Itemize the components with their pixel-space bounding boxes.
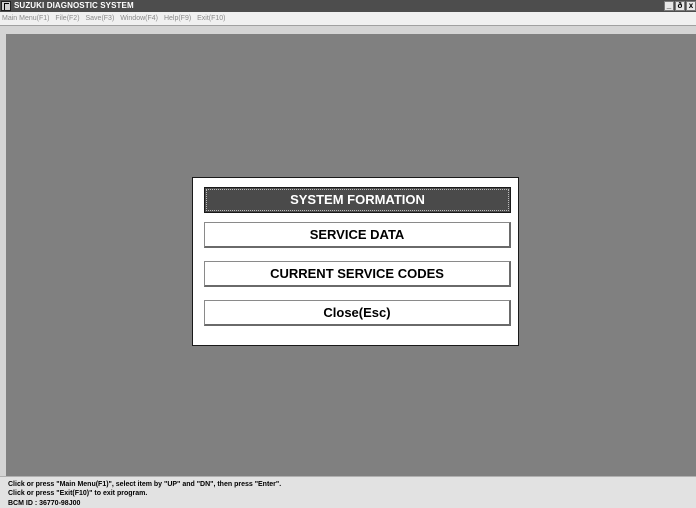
status-line-exit: Click or press "Exit(F10)" to exit progr… [8,490,148,497]
close-icon[interactable]: x [686,1,696,11]
current-service-codes-button[interactable]: CURRENT SERVICE CODES [204,261,511,287]
service-data-button[interactable]: SERVICE DATA [204,222,511,248]
minimize-icon[interactable]: _ [664,1,674,11]
status-bar: Click or press "Main Menu(F1)", select i… [0,476,696,508]
app-logo-icon[interactable] [1,1,11,11]
status-line-bcm-id: BCM ID : 36770-98J00 [8,500,81,507]
menu-bar: Main Menu(F1) File(F2) Save(F3) Window(F… [0,12,696,26]
menu-exit[interactable]: Exit(F10) [195,12,227,26]
restore-icon[interactable]: ð [675,1,685,11]
menu-main-menu[interactable]: Main Menu(F1) [0,12,51,26]
close-button[interactable]: Close(Esc) [204,300,511,326]
status-line-instructions: Click or press "Main Menu(F1)", select i… [8,481,282,488]
system-formation-button[interactable]: SYSTEM FORMATION [204,187,511,213]
window-title: SUZUKI DIAGNOSTIC SYSTEM [14,1,134,10]
menu-file[interactable]: File(F2) [53,12,81,26]
main-menu-dialog: SYSTEM FORMATION SERVICE DATA CURRENT SE… [192,177,519,346]
menu-save[interactable]: Save(F3) [84,12,117,26]
menu-window[interactable]: Window(F4) [118,12,160,26]
app-window: SUZUKI DIAGNOSTIC SYSTEM _ ð x Main Menu… [0,0,696,508]
window-controls: _ ð x [664,1,696,11]
title-bar: SUZUKI DIAGNOSTIC SYSTEM _ ð x [0,0,696,12]
menu-help[interactable]: Help(F9) [162,12,193,26]
